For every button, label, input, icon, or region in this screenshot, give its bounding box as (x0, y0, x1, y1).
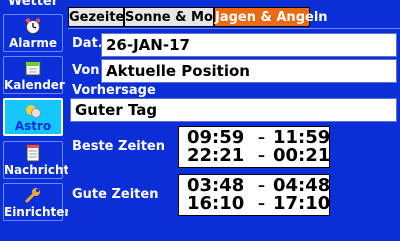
start-time: 16:10 (187, 193, 245, 214)
sidebar-item-astro[interactable]: Astro (3, 98, 63, 136)
main-panel: Dat. 26-JAN-17 Von Aktuelle Position Vor… (68, 28, 400, 241)
forecast-label: Vorhersage (72, 83, 156, 98)
date-field[interactable]: 26-JAN-17 (101, 33, 397, 57)
sidebar: Wetter Alarme Kalender Astro Nachricht E… (0, 0, 73, 240)
good-times-row: 16:10 – 17:10 (179, 193, 331, 214)
sidebar-item-label: Kalender (4, 78, 65, 92)
time-separator: – (258, 178, 265, 194)
good-times-box: 03:48 – 04:48 16:10 – 17:10 (178, 174, 330, 216)
time-separator: – (258, 196, 265, 212)
best-times-label: Beste Zeiten (72, 139, 166, 154)
position-field[interactable]: Aktuelle Position (101, 59, 397, 83)
end-time: 17:10 (273, 193, 331, 214)
best-times-row: 22:21 – 00:21 (179, 145, 331, 166)
message-icon (26, 144, 40, 162)
sidebar-item-nachricht[interactable]: Nachricht (3, 141, 70, 179)
alarm-clock-icon (25, 18, 41, 34)
tab-jagen-angeln[interactable]: Jagen & Angeln (214, 7, 328, 27)
wrench-icon (25, 188, 40, 203)
sidebar-title: Wetter (7, 0, 59, 9)
from-label: Von (72, 63, 100, 78)
sidebar-item-einrichten[interactable]: Einrichten (3, 183, 73, 221)
best-times-box: 09:59 – 11:59 22:21 – 00:21 (178, 126, 330, 168)
sidebar-item-kalender[interactable]: Kalender (3, 56, 65, 94)
sidebar-item-alarme[interactable]: Alarme (3, 14, 63, 52)
tab-sonne-mond[interactable]: Sonne & Mond (124, 7, 231, 27)
forecast-field: Guter Tag (70, 98, 397, 122)
start-time: 22:21 (187, 145, 245, 166)
sidebar-item-label: Alarme (8, 36, 58, 50)
calendar-icon (25, 61, 41, 76)
tab-gezeiten[interactable]: Gezeiten (68, 7, 134, 27)
time-separator: – (258, 130, 265, 146)
sidebar-item-label: Nachricht (4, 163, 70, 177)
good-times-label: Gute Zeiten (72, 187, 159, 202)
end-time: 00:21 (273, 145, 331, 166)
sidebar-item-label: Astro (14, 119, 52, 133)
tab-label: Jagen & Angeln (215, 10, 328, 25)
time-separator: – (258, 148, 265, 164)
date-label: Dat. (72, 36, 103, 51)
sidebar-item-label: Einrichten (4, 205, 73, 219)
sun-moon-icon (26, 105, 41, 118)
